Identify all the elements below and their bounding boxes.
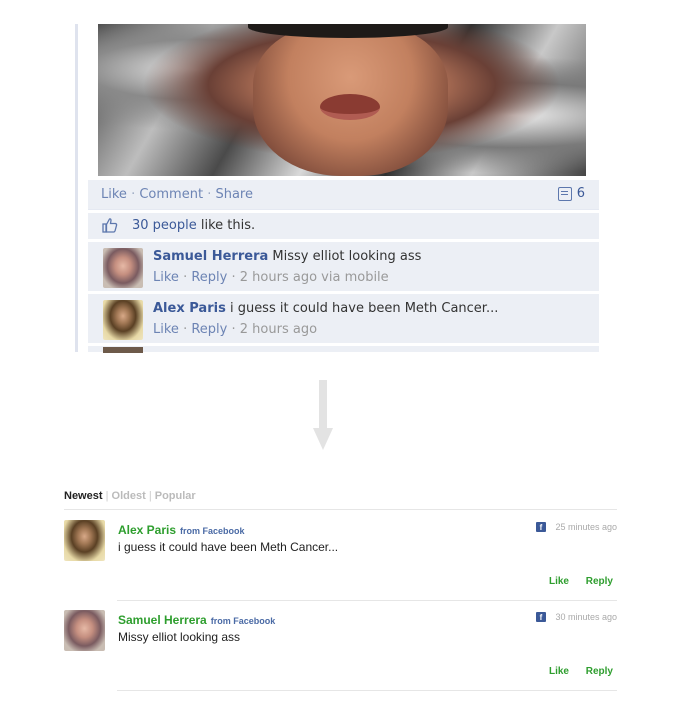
widget-comment: Alex Paris from Facebook i guess it could… xyxy=(64,518,617,608)
fb-comment-partial xyxy=(88,345,599,353)
comment-timestamp: 30 minutes ago xyxy=(555,612,617,622)
sort-separator: | xyxy=(148,490,152,502)
sort-separator: | xyxy=(105,490,109,502)
like-button[interactable]: Like xyxy=(549,666,569,677)
avatar[interactable] xyxy=(64,520,105,561)
comment-text: Missy elliot looking ass xyxy=(118,630,241,644)
comment-timestamp: 2 hours ago via mobile xyxy=(239,270,389,285)
separator-dot: · xyxy=(207,187,212,202)
likes-text: 30 people like this. xyxy=(132,218,255,233)
like-link[interactable]: Like xyxy=(101,187,127,202)
widget-comment: Samuel Herrera from Facebook Missy elliot… xyxy=(64,608,617,698)
comment-timestamp: 25 minutes ago xyxy=(555,522,617,532)
sort-newest[interactable]: Newest xyxy=(64,490,103,502)
comment-meta: Like · Reply · 2 hours ago xyxy=(153,322,317,337)
facebook-post: Like · Comment · Share 6 30 people like … xyxy=(75,24,599,353)
like-button[interactable]: Like xyxy=(549,576,569,587)
divider xyxy=(117,600,617,601)
comment-count-link[interactable]: 6 xyxy=(557,186,585,201)
separator-dot: · xyxy=(183,270,188,285)
commenter-name[interactable]: Samuel Herrera xyxy=(118,613,207,627)
photo-mouth xyxy=(320,94,380,120)
sort-bar: Newest | Oldest | Popular xyxy=(64,490,617,510)
separator-dot: · xyxy=(183,322,188,337)
avatar[interactable] xyxy=(103,300,143,340)
comment-source: from Facebook xyxy=(210,616,276,626)
fb-comment: Alex Paris i guess it could have been Me… xyxy=(88,293,599,343)
comment-reply-link[interactable]: Reply xyxy=(191,270,227,285)
commenter-name[interactable]: Alex Paris xyxy=(153,301,226,316)
comment-like-link[interactable]: Like xyxy=(153,322,179,337)
comment-actions: Like Reply xyxy=(549,666,613,677)
facebook-icon: f xyxy=(536,522,546,532)
fb-comment: Samuel Herrera Missy elliot looking ass … xyxy=(88,241,599,291)
facebook-icon: f xyxy=(536,612,546,622)
reply-button[interactable]: Reply xyxy=(586,666,613,677)
comment-actions: Like Reply xyxy=(549,576,613,587)
commenter-name[interactable]: Alex Paris xyxy=(118,523,176,537)
post-photo[interactable] xyxy=(98,24,586,176)
sort-popular[interactable]: Popular xyxy=(155,490,196,502)
comment-link[interactable]: Comment xyxy=(139,187,203,202)
comment-text: Missy elliot looking ass xyxy=(272,249,422,264)
comment-line: Samuel Herrera Missy elliot looking ass xyxy=(153,249,421,264)
likes-count-link[interactable]: 30 people xyxy=(132,218,197,233)
comment-source: from Facebook xyxy=(180,526,245,536)
separator-dot: · xyxy=(231,322,236,337)
sort-oldest[interactable]: Oldest xyxy=(112,490,146,502)
avatar xyxy=(103,347,143,353)
comment-header: Alex Paris from Facebook xyxy=(118,521,245,539)
down-arrow-icon xyxy=(313,380,333,450)
separator-dot: · xyxy=(231,270,236,285)
comment-meta: Like · Reply · 2 hours ago via mobile xyxy=(153,270,389,285)
comment-icon xyxy=(557,186,572,201)
comment-text: i guess it could have been Meth Cancer..… xyxy=(229,301,499,316)
likes-summary: 30 people like this. xyxy=(88,213,599,239)
post-action-links: Like · Comment · Share xyxy=(101,187,253,202)
avatar[interactable] xyxy=(103,248,143,288)
thumbs-up-icon xyxy=(102,218,118,233)
comment-text: i guess it could have been Meth Cancer..… xyxy=(118,540,339,554)
comment-header: Samuel Herrera from Facebook xyxy=(118,611,275,629)
comment-timestamp: 2 hours ago xyxy=(239,322,318,337)
commenter-name[interactable]: Samuel Herrera xyxy=(153,249,268,264)
divider xyxy=(117,690,617,691)
separator-dot: · xyxy=(131,187,136,202)
post-action-bar: Like · Comment · Share 6 xyxy=(88,180,599,210)
comment-reply-link[interactable]: Reply xyxy=(191,322,227,337)
comment-count: 6 xyxy=(576,186,585,201)
comment-like-link[interactable]: Like xyxy=(153,270,179,285)
comment-line: Alex Paris i guess it could have been Me… xyxy=(153,301,498,316)
reply-button[interactable]: Reply xyxy=(586,576,613,587)
avatar[interactable] xyxy=(64,610,105,651)
share-link[interactable]: Share xyxy=(215,187,253,202)
likes-suffix: like this. xyxy=(196,218,256,233)
